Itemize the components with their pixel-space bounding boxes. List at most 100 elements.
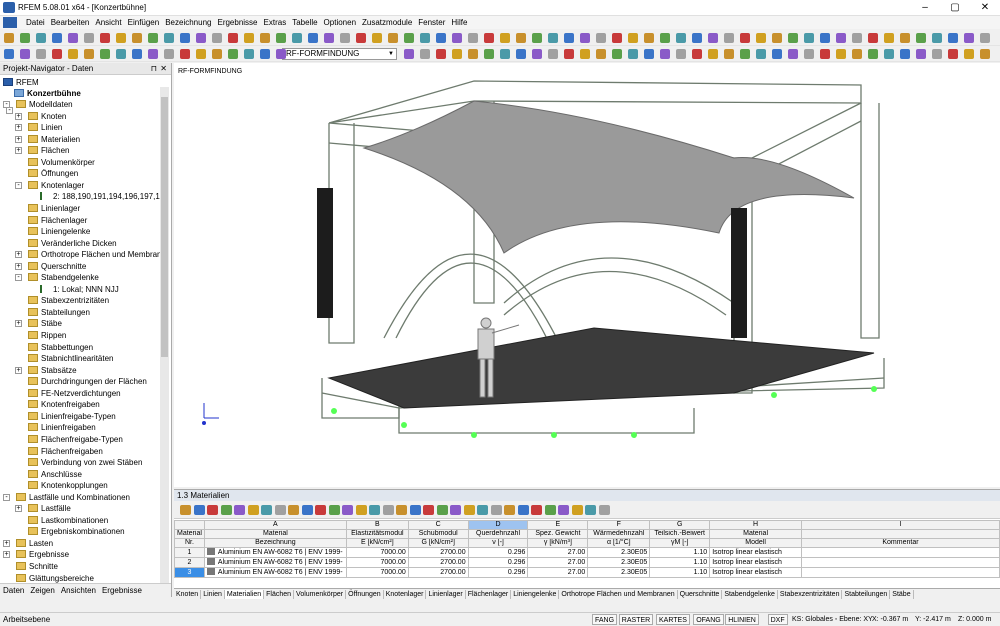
collapse-icon[interactable]: - xyxy=(15,181,22,189)
tree-item[interactable]: Ergebnisse xyxy=(16,549,69,560)
column-letter[interactable]: B xyxy=(345,520,409,530)
tree-item[interactable]: Ergebniskombinationen xyxy=(28,526,125,537)
collapse-icon[interactable]: - xyxy=(3,493,10,501)
tree-item[interactable]: Volumenkörper xyxy=(28,157,95,168)
table-cell[interactable]: 2.30E05 xyxy=(587,547,651,558)
toolbar-icon[interactable] xyxy=(84,33,94,43)
toolbar-icon[interactable] xyxy=(260,49,270,59)
sheet-tab[interactable]: Stäbe xyxy=(890,590,914,599)
expand-icon[interactable]: + xyxy=(15,262,22,270)
tree-item[interactable]: Knotenfreigaben xyxy=(28,399,100,410)
table-tool-icon[interactable] xyxy=(450,505,461,515)
toolbar-icon[interactable] xyxy=(404,33,414,43)
toolbar-icon[interactable] xyxy=(548,33,558,43)
toolbar-icon[interactable] xyxy=(980,49,990,59)
toolbar-icon[interactable] xyxy=(612,49,622,59)
table-cell[interactable]: Isotrop linear elastisch xyxy=(709,567,802,578)
toolbar-icon[interactable] xyxy=(596,33,606,43)
toolbar-icon[interactable] xyxy=(228,33,238,43)
toolbar-icon[interactable] xyxy=(964,33,974,43)
table-cell[interactable]: 2700.00 xyxy=(407,567,469,578)
toolbar-icon[interactable] xyxy=(644,49,654,59)
toolbar-icon[interactable] xyxy=(948,33,958,43)
toolbar-icon[interactable] xyxy=(900,33,910,43)
menu-item[interactable]: Bearbeiten xyxy=(48,16,93,29)
collapse-icon[interactable]: - xyxy=(3,101,10,108)
table-cell[interactable]: 27.00 xyxy=(527,557,589,568)
table-tool-icon[interactable] xyxy=(274,505,286,515)
table-cell[interactable]: 27.00 xyxy=(527,567,589,578)
toolbar-icon[interactable] xyxy=(484,49,494,59)
toolbar-icon[interactable] xyxy=(836,49,846,59)
table-tool-icon[interactable] xyxy=(531,505,542,515)
table-tool-icon[interactable] xyxy=(220,505,232,515)
toolbar-icon[interactable] xyxy=(740,33,750,43)
tree-item[interactable]: Stabexzentrizitäten xyxy=(28,295,109,306)
toolbar-icon[interactable] xyxy=(308,33,318,43)
toolbar-icon[interactable] xyxy=(900,49,910,59)
toolbar-icon[interactable] xyxy=(612,33,622,43)
tree-item[interactable]: Materialien xyxy=(28,134,80,145)
table-tool-icon[interactable] xyxy=(423,505,434,515)
table-row[interactable]: 3 Aluminium EN AW-6082 T6 | ENV 1999- 7000… xyxy=(174,567,1000,578)
toolbar-icon[interactable] xyxy=(420,49,430,59)
tree-item[interactable]: Flächenfreigaben xyxy=(28,446,103,457)
toolbar-icon[interactable] xyxy=(20,33,30,43)
toolbar-icon[interactable] xyxy=(788,33,798,43)
column-letter[interactable]: F xyxy=(587,520,651,530)
toolbar-icon[interactable] xyxy=(708,33,718,43)
table-cell[interactable]: 0.296 xyxy=(467,567,529,578)
expand-icon[interactable]: + xyxy=(3,551,10,559)
toolbar-icon[interactable] xyxy=(628,49,638,59)
toolbar-icon[interactable] xyxy=(452,33,462,43)
toolbar-icon[interactable] xyxy=(564,49,574,59)
status-toggle-button[interactable]: FANG xyxy=(592,614,618,625)
toolbar-icon[interactable] xyxy=(212,49,222,59)
sheet-tab[interactable]: Stabendgelenke xyxy=(722,590,778,599)
toolbar-icon[interactable] xyxy=(964,49,974,59)
toolbar-icon[interactable] xyxy=(772,33,782,43)
toolbar-icon[interactable] xyxy=(244,49,254,59)
table-cell[interactable]: 0.296 xyxy=(467,547,529,558)
table-tool-icon[interactable] xyxy=(288,505,299,515)
menu-item[interactable]: Datei xyxy=(23,16,48,29)
table-tool-icon[interactable] xyxy=(396,505,407,515)
toolbar-icon[interactable] xyxy=(420,33,430,43)
toolbar-icon[interactable] xyxy=(180,33,190,43)
tree-item[interactable]: Stabsätze xyxy=(28,365,77,376)
menu-item[interactable]: Ansicht xyxy=(92,16,124,29)
table-cell[interactable]: 7000.00 xyxy=(345,547,409,558)
tree-item[interactable]: Querschnitte xyxy=(28,261,86,272)
table-tool-icon[interactable] xyxy=(369,505,380,515)
expand-icon[interactable]: + xyxy=(15,135,22,143)
toolbar-icon[interactable] xyxy=(372,33,382,43)
table-tool-icon[interactable] xyxy=(355,505,367,515)
tree-item[interactable]: Stabendgelenke xyxy=(28,272,99,283)
toolbar-icon[interactable] xyxy=(580,33,590,43)
tree-root[interactable]: RFEM xyxy=(3,77,39,88)
sheet-tab[interactable]: Knotenlager xyxy=(384,590,427,599)
model-view[interactable]: RF-FORMFINDUNG xyxy=(174,63,1000,487)
table-tool-icon[interactable] xyxy=(477,505,488,515)
table-tool-icon[interactable] xyxy=(193,505,205,515)
table-cell[interactable] xyxy=(800,547,1000,558)
maximize-button[interactable]: ▢ xyxy=(940,0,970,16)
expand-icon[interactable]: + xyxy=(15,124,22,132)
tree-item[interactable]: FE-Netzverdichtungen xyxy=(28,388,121,399)
menu-item[interactable]: Ergebnisse xyxy=(214,16,260,29)
toolbar-icon[interactable] xyxy=(20,49,30,59)
toolbar-icon[interactable] xyxy=(276,49,286,59)
table-cell[interactable]: 1.10 xyxy=(649,557,711,568)
tree-item[interactable]: 2: 188,190,191,194,196,197,199 xyxy=(40,191,169,202)
expand-icon[interactable]: + xyxy=(15,112,22,120)
tree-item[interactable]: Orthotrope Flächen und Membran xyxy=(28,249,162,260)
tree-item[interactable]: Flächen xyxy=(28,145,69,156)
toolbar-icon[interactable] xyxy=(596,49,606,59)
expand-icon[interactable]: + xyxy=(15,251,22,259)
tree-item[interactable]: Stabnichtlinearitäten xyxy=(28,353,114,364)
toolbar-icon[interactable] xyxy=(68,33,78,43)
toolbar-icon[interactable] xyxy=(948,49,958,59)
toolbar-icon[interactable] xyxy=(644,33,654,43)
toolbar-icon[interactable] xyxy=(52,33,62,43)
table-tool-icon[interactable] xyxy=(328,505,340,515)
